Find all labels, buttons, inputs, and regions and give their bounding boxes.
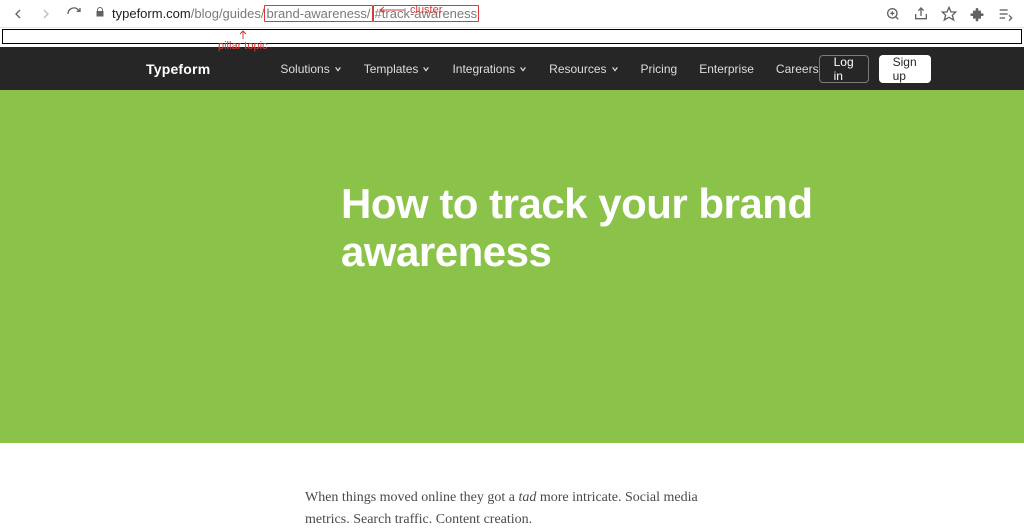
hero-banner: How to track your brand awareness — [0, 90, 1024, 443]
article-text-em: tad — [518, 490, 536, 505]
nav-pricing[interactable]: Pricing — [641, 62, 678, 76]
nav-integrations[interactable]: Integrations — [452, 62, 527, 76]
bookmark-star-icon[interactable] — [938, 3, 960, 25]
nav-enterprise[interactable]: Enterprise — [699, 62, 754, 76]
forward-button[interactable] — [34, 2, 58, 26]
reload-button[interactable] — [62, 2, 86, 26]
main-nav: Solutions Templates Integrations Resourc… — [280, 62, 818, 76]
nav-solutions[interactable]: Solutions — [280, 62, 341, 76]
hero-title: How to track your brand awareness — [341, 180, 841, 277]
url-cluster-segment: #track-awareness — [373, 5, 480, 22]
nav-resources[interactable]: Resources — [549, 62, 618, 76]
nav-careers[interactable]: Careers — [776, 62, 819, 76]
nav-pricing-label: Pricing — [641, 62, 678, 76]
nav-careers-label: Careers — [776, 62, 819, 76]
article-text-a: When things moved online they got a — [305, 490, 518, 505]
nav-templates[interactable]: Templates — [364, 62, 431, 76]
nav-enterprise-label: Enterprise — [699, 62, 754, 76]
nav-resources-label: Resources — [549, 62, 606, 76]
chevron-down-icon — [422, 65, 430, 73]
url-pillar-segment: brand-awareness/ — [264, 5, 372, 22]
chevron-down-icon — [334, 65, 342, 73]
browser-toolbar: typeform.com /blog/guides/ brand-awarene… — [0, 0, 1024, 28]
site-header: Typeform Solutions Templates Integration… — [0, 47, 1024, 90]
share-icon[interactable] — [910, 3, 932, 25]
article-body: When things moved online they got a tad … — [297, 487, 727, 532]
lock-icon — [94, 6, 106, 21]
reading-list-icon[interactable] — [994, 3, 1016, 25]
site-logo[interactable]: Typeform — [146, 61, 210, 77]
toolbar-right-icons — [882, 3, 1018, 25]
address-bar[interactable]: typeform.com /blog/guides/ brand-awarene… — [112, 5, 479, 22]
url-domain: typeform.com — [112, 6, 191, 21]
chevron-down-icon — [611, 65, 619, 73]
login-button[interactable]: Log in — [819, 55, 869, 83]
article-paragraph: When things moved online they got a tad … — [305, 487, 727, 532]
header-actions: Log in Sign up — [819, 55, 931, 83]
url-path-prefix: /blog/guides/ — [191, 6, 265, 21]
nav-solutions-label: Solutions — [280, 62, 329, 76]
extensions-icon[interactable] — [966, 3, 988, 25]
signup-button[interactable]: Sign up — [879, 55, 931, 83]
back-button[interactable] — [6, 2, 30, 26]
chevron-down-icon — [519, 65, 527, 73]
nav-templates-label: Templates — [364, 62, 419, 76]
nav-integrations-label: Integrations — [452, 62, 515, 76]
zoom-icon[interactable] — [882, 3, 904, 25]
highlight-outline — [2, 29, 1022, 44]
